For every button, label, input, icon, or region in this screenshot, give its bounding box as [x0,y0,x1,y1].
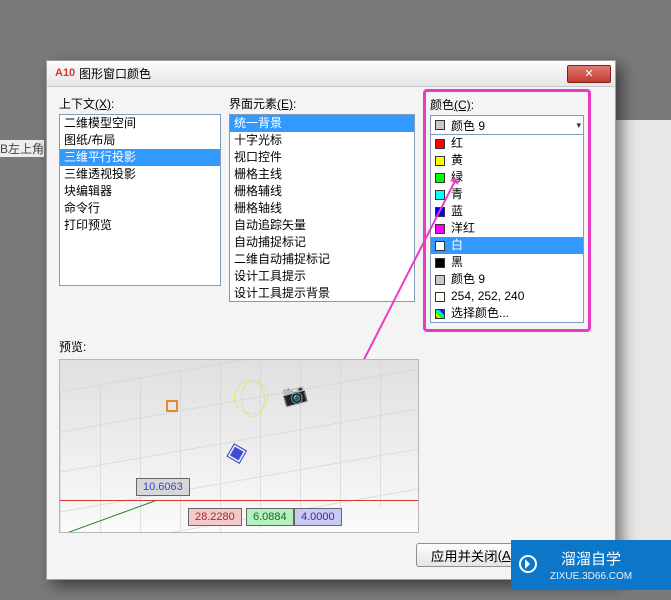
color-menu-item[interactable]: 黑 [431,254,583,271]
element-item[interactable]: 栅格辅线 [230,183,414,200]
preview-value-2: 28.2280 [188,508,242,526]
color-menu-label: 蓝 [451,204,579,219]
context-column: 上下文(X): 二维模型空间图纸/布局三维平行投影三维透视投影块编辑器命令行打印… [59,95,221,332]
play-icon [519,555,537,573]
background-text: B左上角 [0,140,44,157]
dialog-title: 图形窗口颜色 [79,65,567,82]
color-label: 颜色(C): [430,96,584,113]
color-menu-label: 黑 [451,255,579,270]
context-item[interactable]: 图纸/布局 [60,132,220,149]
preview-x-axis-icon [60,500,418,501]
app-icon: A10 [55,67,73,81]
color-swatch-icon [435,156,445,166]
color-menu-label: 绿 [451,170,579,185]
color-menu-label: 254, 252, 240 [451,289,579,304]
context-listbox[interactable]: 二维模型空间图纸/布局三维平行投影三维透视投影块编辑器命令行打印预览 [59,114,221,286]
preview-sphere-icon [234,380,268,414]
color-swatch-icon [435,275,445,285]
color-combobox-value: 颜色 9 [451,117,485,134]
context-item[interactable]: 三维透视投影 [60,166,220,183]
element-item[interactable]: 自动捕捉标记 [230,234,414,251]
context-item[interactable]: 命令行 [60,200,220,217]
color-menu-item[interactable]: 白 [431,237,583,254]
color-swatch-icon [435,309,445,319]
close-icon: ✕ [584,67,593,80]
element-item[interactable]: 十字光标 [230,132,414,149]
context-item[interactable]: 块编辑器 [60,183,220,200]
preview-value-4: 4.0000 [294,508,342,526]
color-swatch-icon [435,139,445,149]
element-item[interactable]: 栅格主线 [230,166,414,183]
color-menu-item[interactable]: 洋红 [431,220,583,237]
color-menu-item[interactable]: 红 [431,135,583,152]
color-swatch-icon [435,190,445,200]
color-swatch-icon [435,173,445,183]
element-item[interactable]: 二维自动捕捉标记 [230,251,414,268]
preview-value-1: 10.6063 [136,478,190,496]
color-swatch-icon [435,258,445,268]
element-label: 界面元素(E): [229,95,415,112]
color-swatch-icon [435,224,445,234]
watermark: 溜溜自学 ZIXUE.3D66.COM [511,540,671,590]
watermark-name: 溜溜自学 [561,548,621,569]
context-label: 上下文(X): [59,95,221,112]
color-dropdown-menu[interactable]: 红黄绿青蓝洋红白黑颜色 9 254, 252, 240 选择颜色... [430,135,584,323]
drawing-window-color-dialog: A10 图形窗口颜色 ✕ 上下文(X): 二维模型空间图纸/布局三维平行投影三维… [46,60,616,580]
color-menu-label: 选择颜色... [451,306,579,321]
element-item[interactable]: 视口控件 [230,149,414,166]
element-item[interactable]: 自动追踪矢量 [230,217,414,234]
color-menu-label: 红 [451,136,579,151]
color-menu-item[interactable]: 254, 252, 240 [431,288,583,305]
preview-marker-icon [166,400,178,412]
context-item[interactable]: 打印预览 [60,217,220,234]
color-combobox[interactable]: 颜色 9 ▾ [430,115,584,135]
element-item[interactable]: 设计工具提示 [230,268,414,285]
preview-label: 预览: [59,338,603,355]
color-swatch-icon [435,241,445,251]
color-menu-item[interactable]: 颜色 9 [431,271,583,288]
element-item[interactable]: 设计工具提示背景 [230,285,414,302]
color-menu-item[interactable]: 蓝 [431,203,583,220]
preview-panel: 📷 ▣ 10.6063 28.2280 6.0884 4.0000 [59,359,419,533]
color-menu-item[interactable]: 青 [431,186,583,203]
color-swatch-icon [435,120,445,130]
titlebar[interactable]: A10 图形窗口颜色 ✕ [47,61,615,87]
color-menu-label: 颜色 9 [451,272,579,287]
element-listbox[interactable]: 统一背景十字光标视口控件栅格主线栅格辅线栅格轴线自动追踪矢量自动捕捉标记二维自动… [229,114,415,302]
context-item[interactable]: 二维模型空间 [60,115,220,132]
color-column: 颜色(C): 颜色 9 ▾ 红黄绿青蓝洋红白黑颜色 9254, 252, 240… [423,95,591,332]
color-swatch-icon [435,292,445,302]
background-panel [615,120,671,550]
color-menu-label: 洋红 [451,221,579,236]
close-button[interactable]: ✕ [567,65,611,83]
color-menu-item[interactable]: 黄 [431,152,583,169]
chevron-down-icon: ▾ [576,120,581,131]
color-menu-item[interactable]: 选择颜色... [431,305,583,322]
element-item[interactable]: 栅格轴线 [230,200,414,217]
element-column: 界面元素(E): 统一背景十字光标视口控件栅格主线栅格辅线栅格轴线自动追踪矢量自… [229,95,415,332]
color-menu-label: 青 [451,187,579,202]
watermark-url: ZIXUE.3D66.COM [550,571,632,582]
preview-value-3: 6.0884 [246,508,294,526]
color-menu-label: 白 [451,238,579,253]
color-menu-label: 黄 [451,153,579,168]
element-item[interactable]: 统一背景 [230,115,414,132]
context-item[interactable]: 三维平行投影 [60,149,220,166]
color-highlight-frame: 颜色(C): 颜色 9 ▾ 红黄绿青蓝洋红白黑颜色 9254, 252, 240… [423,89,591,332]
